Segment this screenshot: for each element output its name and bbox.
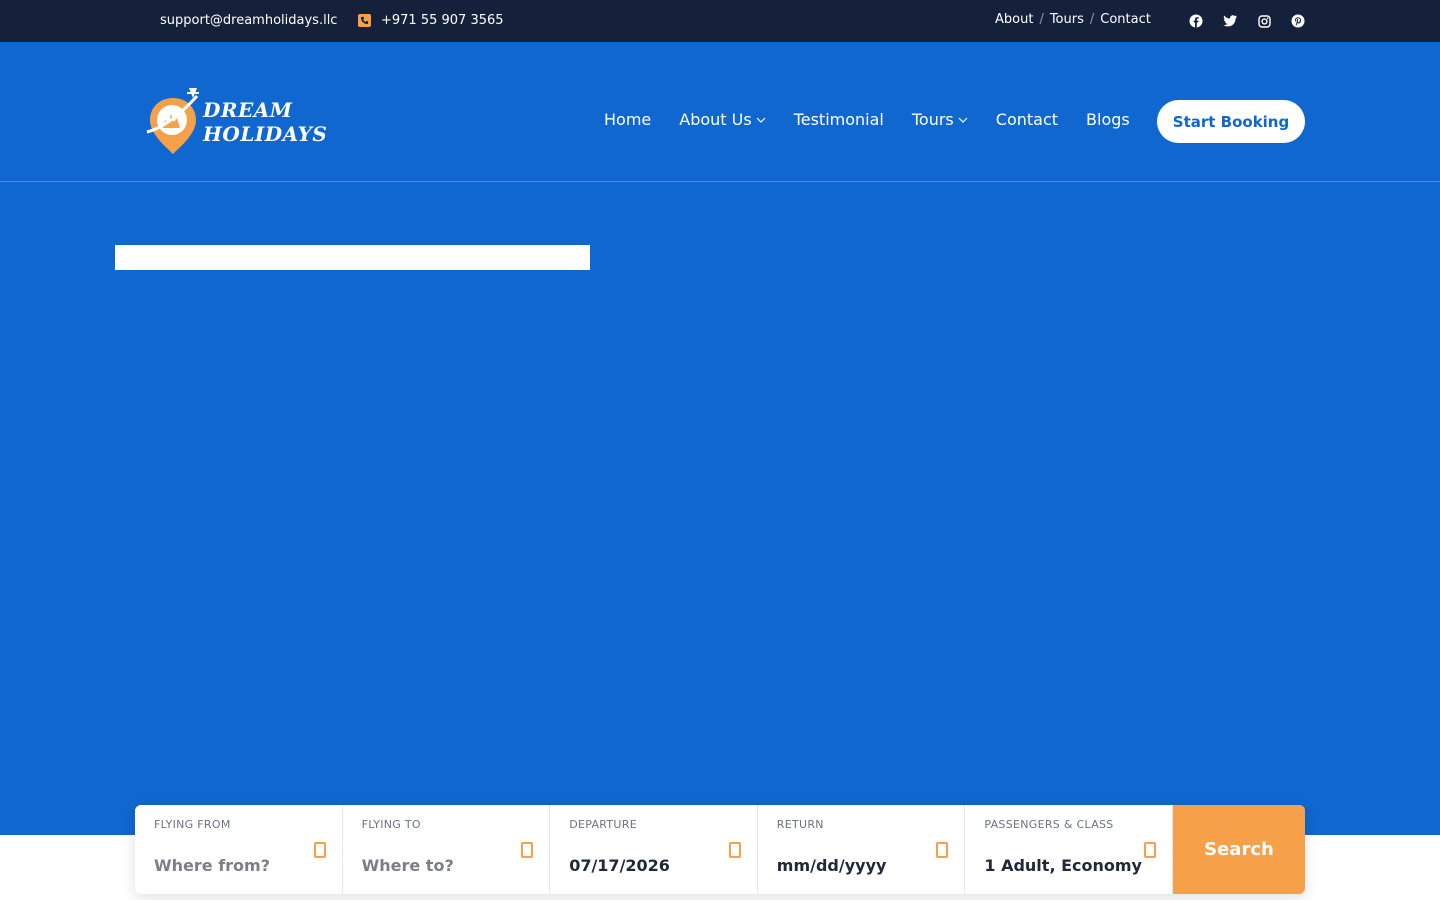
nav-home[interactable]: Home	[604, 110, 651, 129]
field-label: PASSENGERS & CLASS	[984, 818, 1114, 831]
top-links: About / Tours / Contact	[995, 12, 1151, 27]
instagram-icon[interactable]	[1256, 13, 1272, 29]
field-label: RETURN	[776, 818, 824, 831]
flying-from-field[interactable]: FLYING FROM Where from?	[135, 805, 343, 894]
field-label: FLYING TO	[361, 818, 421, 831]
main-nav: Home About Us Testimonial Tours Contact …	[604, 110, 1158, 129]
logo-pin-icon	[146, 88, 199, 154]
location-icon	[521, 842, 534, 858]
departure-date-input[interactable]: 07/17/2026	[569, 856, 670, 875]
flying-to-field[interactable]: FLYING TO Where to?	[343, 805, 551, 894]
site-header: DREAM HOLIDAYS Home About Us Testimonial…	[0, 42, 1440, 182]
social-links	[1188, 13, 1324, 29]
search-button[interactable]: Search	[1172, 805, 1305, 894]
return-date-input[interactable]: mm/dd/yyyy	[777, 856, 887, 875]
logo-text-line2: HOLIDAYS	[203, 122, 328, 146]
top-link-separator: /	[1089, 12, 1095, 27]
pinterest-icon[interactable]	[1290, 13, 1306, 29]
facebook-icon[interactable]	[1188, 13, 1204, 29]
nav-testimonial[interactable]: Testimonial	[794, 110, 884, 129]
flying-to-input[interactable]: Where to?	[362, 856, 454, 875]
departure-field[interactable]: DEPARTURE 07/17/2026	[550, 805, 758, 894]
passengers-class-select[interactable]: 1 Adult, Economy	[984, 856, 1142, 875]
nav-about-us[interactable]: About Us	[679, 110, 766, 129]
nav-blogs[interactable]: Blogs	[1086, 110, 1130, 129]
top-link-about[interactable]: About	[995, 12, 1033, 27]
flying-from-input[interactable]: Where from?	[154, 856, 270, 875]
nav-contact[interactable]: Contact	[996, 110, 1058, 129]
start-booking-button[interactable]: Start Booking	[1157, 100, 1305, 143]
top-bar: support@dreamholidays.llc +971 55 907 35…	[0, 0, 1440, 42]
calendar-icon	[936, 842, 949, 858]
calendar-icon	[728, 842, 741, 858]
passengers-class-field[interactable]: PASSENGERS & CLASS 1 Adult, Economy	[965, 805, 1173, 894]
chevron-down-icon	[756, 116, 766, 124]
flight-search-panel: FLYING FROM Where from? FLYING TO Where …	[135, 805, 1305, 894]
top-link-contact[interactable]: Contact	[1100, 12, 1151, 27]
phone-icon	[358, 14, 371, 27]
top-link-separator: /	[1039, 12, 1044, 27]
nav-about-us-label: About Us	[679, 110, 752, 129]
phone-contact[interactable]: +971 55 907 3565	[358, 13, 504, 28]
field-label: DEPARTURE	[569, 818, 637, 831]
chevron-down-icon	[958, 116, 968, 124]
user-icon	[1143, 842, 1156, 858]
support-email[interactable]: support@dreamholidays.llc	[160, 13, 337, 28]
nav-tours[interactable]: Tours	[912, 110, 968, 129]
hero-heading-placeholder	[115, 245, 590, 270]
nav-tours-label: Tours	[911, 110, 954, 129]
twitter-icon[interactable]	[1222, 13, 1238, 29]
location-icon	[313, 842, 326, 858]
return-field[interactable]: RETURN mm/dd/yyyy	[758, 805, 966, 894]
field-label: FLYING FROM	[154, 818, 231, 831]
logo-text-line1: DREAM	[203, 98, 293, 122]
hero-section: DREAM HOLIDAYS Home About Us Testimonial…	[0, 42, 1440, 835]
phone-number: +971 55 907 3565	[381, 13, 504, 28]
top-link-tours[interactable]: Tours	[1050, 12, 1084, 27]
dream-holidays-logo[interactable]: DREAM HOLIDAYS	[145, 84, 327, 158]
